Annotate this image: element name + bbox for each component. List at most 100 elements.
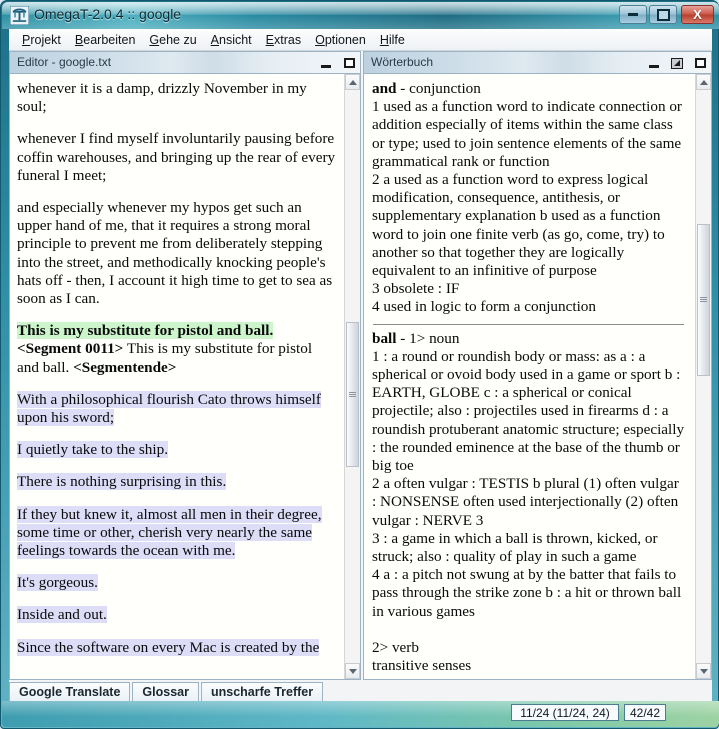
- menu-bearbeiten[interactable]: Bearbeiten: [68, 31, 142, 49]
- chevron-down-icon: [348, 668, 357, 674]
- dictionary-undock-button[interactable]: [670, 56, 684, 70]
- menu-gehe-zu[interactable]: Gehe zu: [142, 31, 203, 49]
- menu-extras-label: xtras: [274, 32, 302, 47]
- segment-paragraph[interactable]: I quietly take to the ship.: [17, 441, 336, 459]
- dictionary-text-area[interactable]: and - conjunction 1 used as a function w…: [364, 74, 695, 679]
- menu-ansicht[interactable]: Ansicht: [204, 31, 259, 49]
- translated-segment[interactable]: There is nothing surprising in this.: [17, 473, 227, 491]
- editor-minimize-button[interactable]: [319, 56, 333, 70]
- editor-panel-title: Editor - google.txt: [17, 55, 112, 69]
- tab-google-translate[interactable]: Google Translate: [9, 682, 131, 702]
- dictionary-sense: 4 a : a pitch not swung at by the batter…: [372, 566, 682, 620]
- segment-paragraph[interactable]: There is nothing surprising in this.: [17, 473, 336, 491]
- dictionary-panel-header-buttons: [647, 52, 707, 74]
- tab-glossar[interactable]: Glossar: [132, 682, 199, 702]
- menu-hilfe-mnemonic: H: [379, 32, 389, 47]
- editor-panel-body: whenever it is a damp, drizzly November …: [9, 73, 361, 680]
- dictionary-part-of-speech: - conjunction: [396, 80, 481, 97]
- dock-area: Editor - google.txt whenever it is a dam…: [9, 51, 712, 724]
- dictionary-panel-body: and - conjunction 1 used as a function w…: [363, 73, 712, 680]
- translated-segment[interactable]: With a philosophical flourish Cato throw…: [17, 390, 321, 427]
- translated-segment[interactable]: Inside and out.: [17, 606, 107, 624]
- dictionary-headword-line: ball - 1> noun: [372, 330, 686, 348]
- maximize-icon: [656, 8, 670, 21]
- undock-icon: [671, 57, 683, 69]
- editor-vertical-scrollbar[interactable]: [344, 74, 360, 679]
- dictionary-headword-line: and - conjunction: [372, 80, 686, 98]
- chevron-down-icon: [699, 668, 708, 674]
- translated-segment[interactable]: If they but knew it, almost all men in t…: [17, 505, 322, 560]
- editor-maximize-button[interactable]: [342, 56, 356, 70]
- editor-scroll-down-button[interactable]: [345, 663, 360, 679]
- window-title: OmegaT-2.0.4 :: google: [34, 6, 182, 22]
- menu-projekt-label: rojekt: [30, 32, 61, 47]
- close-icon: X: [693, 7, 702, 22]
- menu-gehe-zu-mnemonic: G: [149, 32, 160, 47]
- segment-paragraph[interactable]: Since the software on every Mac is creat…: [17, 638, 336, 657]
- dictionary-sense: 1 : a round or roundish body or mass: as…: [372, 347, 685, 475]
- bottom-tab-strip: Google Translate Glossar unscharfe Treff…: [9, 682, 712, 702]
- editor-panel-header-buttons: [319, 52, 356, 74]
- segment-paragraph[interactable]: whenever I find myself involuntarily pau…: [17, 130, 336, 185]
- active-segment-start-marker: <Segment 0011>: [17, 340, 124, 358]
- dictionary-maximize-button[interactable]: [693, 56, 707, 70]
- dictionary-sense: 2 a used as a function word to express l…: [372, 171, 665, 280]
- status-count-field: 42/42: [624, 704, 666, 721]
- segment-paragraph[interactable]: whenever it is a damp, drizzly November …: [17, 80, 336, 116]
- active-segment-end-marker: <Segmentende>: [73, 358, 177, 376]
- dictionary-headword: ball: [372, 329, 397, 347]
- menu-projekt[interactable]: Projekt: [15, 31, 68, 49]
- minimize-icon: [321, 64, 331, 68]
- maximize-icon: [343, 58, 355, 68]
- editor-scroll-up-button[interactable]: [345, 74, 360, 90]
- editor-text-area[interactable]: whenever it is a damp, drizzly November …: [10, 74, 344, 679]
- menu-hilfe[interactable]: Hilfe: [373, 31, 412, 49]
- menu-extras[interactable]: Extras: [259, 31, 308, 49]
- chevron-up-icon: [348, 79, 357, 85]
- tab-unscharfe-treffer[interactable]: unscharfe Treffer: [200, 682, 324, 702]
- dictionary-vertical-scrollbar[interactable]: [695, 74, 711, 679]
- menu-extras-mnemonic: E: [265, 32, 274, 47]
- editor-scroll-thumb[interactable]: [346, 322, 359, 467]
- editor-panel-header[interactable]: Editor - google.txt: [9, 51, 361, 73]
- dictionary-scroll-down-button[interactable]: [696, 663, 711, 679]
- dictionary-sense: 1 used as a function word to indicate co…: [372, 98, 682, 170]
- segment-paragraph[interactable]: If they but knew it, almost all men in t…: [17, 505, 336, 561]
- minimize-icon: [649, 64, 659, 68]
- dictionary-scroll-thumb[interactable]: [697, 224, 710, 376]
- dictionary-panel-header[interactable]: Wörterbuch: [363, 51, 712, 73]
- window-maximize-button[interactable]: [649, 5, 677, 24]
- segment-paragraph[interactable]: Inside and out.: [17, 606, 336, 624]
- dictionary-sense: 3 obsolete : IF: [372, 280, 460, 298]
- window-close-button[interactable]: X: [681, 5, 714, 24]
- minimize-icon: [628, 13, 638, 16]
- menu-bearbeiten-mnemonic: B: [74, 32, 84, 47]
- chevron-up-icon: [699, 79, 708, 85]
- segment-paragraph[interactable]: With a philosophical flourish Cato throw…: [17, 390, 336, 427]
- dictionary-minimize-button[interactable]: [647, 56, 661, 70]
- dictionary-panel: Wörterbuch and - conjunction 1 used as a…: [363, 51, 712, 680]
- grip-icon: [700, 297, 707, 303]
- dictionary-entry-separator: [373, 323, 684, 325]
- dictionary-sense: 4 used in logic to form a conjunction: [372, 298, 596, 316]
- translated-segment[interactable]: I quietly take to the ship.: [17, 441, 168, 459]
- status-bar: 11/24 (11/24, 24) 42/42: [2, 701, 719, 727]
- dictionary-subentry-pos: 2> verb: [372, 638, 419, 656]
- grip-icon: [349, 391, 356, 398]
- segment-paragraph[interactable]: It's gorgeous.: [17, 574, 336, 592]
- status-progress-field: 11/24 (11/24, 24): [511, 704, 619, 721]
- translated-segment[interactable]: It's gorgeous.: [17, 574, 98, 592]
- dictionary-sense: 2 a often vulgar : TESTIS b plural (1) o…: [372, 475, 679, 529]
- title-bar[interactable]: OmegaT-2.0.4 :: google X: [2, 2, 719, 29]
- menu-optionen[interactable]: Optionen: [308, 31, 373, 49]
- menu-ansicht-mnemonic: A: [210, 32, 219, 47]
- dictionary-scroll-up-button[interactable]: [696, 74, 711, 90]
- active-segment[interactable]: This is my substitute for pistol and bal…: [17, 322, 336, 377]
- segment-paragraph[interactable]: and especially whenever my hypos get suc…: [17, 199, 336, 308]
- menu-hilfe-label: ilfe: [388, 32, 405, 47]
- application-window: OmegaT-2.0.4 :: google X Projekt Bearbei…: [0, 0, 719, 729]
- window-minimize-button[interactable]: [619, 5, 647, 24]
- dictionary-entry: ball - 1> noun 1 : a round or roundish b…: [372, 330, 686, 676]
- translated-segment[interactable]: Since the software on every Mac is creat…: [17, 638, 320, 656]
- maximize-icon: [694, 58, 706, 68]
